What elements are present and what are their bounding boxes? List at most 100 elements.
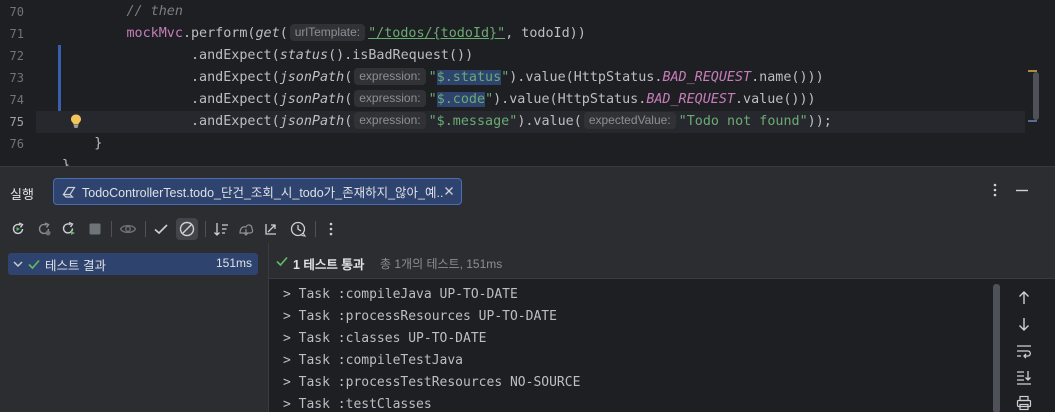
- code-string: "$.message": [428, 114, 518, 129]
- toolbar-separator: [315, 221, 316, 237]
- check-icon: [28, 259, 40, 270]
- code-text: (: [344, 70, 353, 85]
- line-number: 73: [9, 71, 24, 85]
- code-text: }: [94, 136, 103, 151]
- check-icon: [276, 256, 288, 267]
- export-tests-icon[interactable]: [262, 220, 280, 238]
- parameter-hint: expression:: [354, 68, 426, 85]
- code-text: }: [62, 158, 71, 166]
- console-side-toolbar: [1005, 280, 1055, 412]
- code-fn: status: [279, 48, 329, 63]
- lightbulb-icon[interactable]: [70, 114, 82, 128]
- arrow-down-icon[interactable]: [1015, 315, 1033, 333]
- toolbar-separator: [205, 221, 206, 237]
- import-tests-icon[interactable]: [237, 220, 255, 238]
- code-text: (: [344, 114, 353, 129]
- code-fn: jsonPath: [279, 114, 345, 129]
- toolbar-separator: [145, 221, 146, 237]
- code-string: "Todo not found": [678, 114, 808, 129]
- line-number: 70: [9, 5, 24, 19]
- console-line: > Task :processTestResources NO-SOURCE: [283, 375, 581, 390]
- more-icon[interactable]: [322, 220, 340, 238]
- test-tree-panel: 테스트 결과 151ms: [0, 243, 268, 412]
- code-line-74[interactable]: .andExpect(jsonPath(expression: "$.code")…: [62, 89, 1025, 111]
- parameter-hint: urlTemplate:: [289, 24, 366, 41]
- rerun-failed-icon[interactable]: [35, 220, 53, 238]
- code-line-73[interactable]: .andExpect(jsonPath(expression: "$.status…: [62, 67, 1025, 89]
- test-tree-root-label: 테스트 결과: [45, 258, 106, 273]
- line-number: 76: [9, 137, 24, 151]
- stop-icon[interactable]: [86, 220, 104, 238]
- console-line: > Task :processResources UP-TO-DATE: [283, 309, 557, 324]
- code-text: .andExpect(: [191, 114, 280, 129]
- close-icon[interactable]: [443, 185, 455, 197]
- code-text: ).value(HttpStatus.: [509, 70, 663, 85]
- run-tool-window: 실행 TodoControllerTest.todo_단건_조회_시_todo가…: [0, 166, 1055, 412]
- history-icon[interactable]: [289, 220, 307, 238]
- parameter-hint: expression:: [354, 90, 426, 107]
- minimize-icon[interactable]: [1013, 181, 1031, 199]
- arrow-up-icon[interactable]: [1015, 289, 1033, 307]
- print-icon[interactable]: [1015, 394, 1033, 412]
- soft-wrap-icon[interactable]: [1015, 342, 1033, 360]
- code-text: .value())): [735, 92, 816, 107]
- code-text: (: [344, 92, 353, 107]
- show-ignored-icon[interactable]: [119, 220, 137, 238]
- line-number: 72: [9, 49, 24, 63]
- code-editor[interactable]: 70 71 72 73 74 75 76 // then mockMvc.per…: [0, 0, 1055, 166]
- code-fn: jsonPath: [279, 70, 345, 85]
- code-text: .andExpect(: [191, 92, 280, 107]
- editor-scrollbar[interactable]: [1033, 72, 1039, 120]
- run-tab-label: TodoControllerTest.todo_단건_조회_시_todo가_존재…: [82, 186, 444, 200]
- code-string-highlighted: $.code: [436, 92, 486, 107]
- code-text: ).value(: [517, 114, 582, 129]
- code-string-highlighted: $.status: [436, 70, 502, 85]
- test-tree-root[interactable]: 테스트 결과 151ms: [8, 253, 258, 275]
- console-output[interactable]: > Task :compileJava UP-TO-DATE > Task :p…: [269, 280, 1004, 412]
- code-text: ).value(HttpStatus.: [493, 92, 647, 107]
- scroll-to-end-icon[interactable]: [1015, 368, 1033, 386]
- code-text: ));: [807, 114, 832, 129]
- console-scrollbar[interactable]: [993, 284, 1000, 412]
- tests-summary: 총 1개의 테스트, 151ms: [380, 257, 503, 271]
- parameter-hint: expression:: [354, 112, 426, 129]
- code-line-76[interactable]: }: [62, 133, 1025, 155]
- run-header: 실행 TodoControllerTest.todo_단건_조회_시_todo가…: [0, 167, 1055, 215]
- code-string: "/todos/{todoId}": [368, 26, 506, 41]
- code-constant: BAD_REQUEST: [646, 92, 735, 107]
- more-options-icon[interactable]: [986, 181, 1004, 199]
- error-stripe-mark[interactable]: [1028, 120, 1037, 122]
- code-line-77[interactable]: }: [62, 155, 1025, 166]
- code-comment: // then: [126, 4, 183, 19]
- code-text: .perform(: [182, 26, 256, 41]
- show-passed-icon[interactable]: [152, 220, 170, 238]
- code-line-71[interactable]: mockMvc.perform(get(urlTemplate: "/todos/…: [62, 23, 1025, 45]
- rerun-debug-icon[interactable]: [60, 220, 78, 238]
- code-field: mockMvc: [126, 26, 183, 41]
- show-skipped-icon[interactable]: [178, 220, 196, 238]
- rerun-icon[interactable]: [9, 220, 27, 238]
- run-toolbar: [0, 215, 1055, 243]
- line-number: 74: [9, 93, 24, 107]
- test-config-icon: [62, 186, 76, 198]
- sort-icon[interactable]: [212, 220, 230, 238]
- code-line-70[interactable]: // then: [62, 1, 1025, 23]
- code-constant: BAD_REQUEST: [662, 70, 752, 85]
- parameter-hint: expectedValue:: [583, 112, 676, 129]
- code-string: ": [428, 70, 437, 85]
- code-string: ": [428, 92, 437, 107]
- vcs-change-marker[interactable]: [58, 45, 61, 111]
- code-line-72[interactable]: .andExpect(status().isBadRequest()): [62, 45, 1025, 67]
- line-number-current: 75: [9, 115, 24, 129]
- chevron-down-icon[interactable]: [11, 257, 25, 271]
- tests-passed-label: 1 테스트 통과: [293, 258, 365, 272]
- console-line: > Task :compileTestJava: [283, 353, 464, 368]
- code-text: .name())): [751, 70, 824, 85]
- code-line-75[interactable]: .andExpect(jsonPath(expression: "$.messag…: [36, 111, 1025, 133]
- run-config-tab[interactable]: TodoControllerTest.todo_단건_조회_시_todo가_존재…: [53, 178, 462, 205]
- line-number: 71: [9, 27, 24, 41]
- code-text: .andExpect(: [191, 48, 280, 63]
- test-status-bar: 1 테스트 통과 총 1개의 테스트, 151ms: [269, 243, 1055, 279]
- code-fn: jsonPath: [279, 92, 345, 107]
- code-text: (: [279, 26, 288, 41]
